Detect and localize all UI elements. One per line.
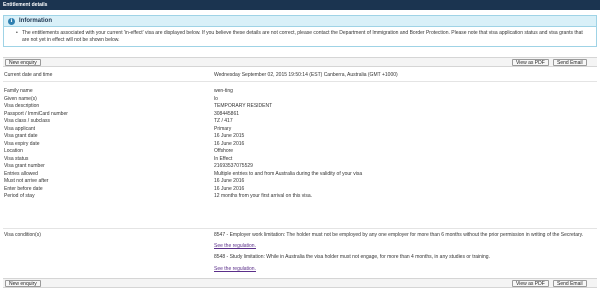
condition-8547-text: 8547 - Employer work limitation: The hol… [214, 232, 584, 238]
detail-row-visa-applicant: Visa applicant Primary [3, 126, 597, 134]
info-icon: i [8, 17, 15, 25]
visa-conditions-section: Visa condition(s) 8547 - Employer work l… [3, 228, 597, 272]
detail-row-given-names: Given name(s) lo [3, 96, 597, 104]
detail-value: 16 June 2016 [214, 178, 245, 184]
detail-row-family-name: Family name wen-ting [3, 88, 597, 96]
detail-value: TEMPORARY RESIDENT [214, 103, 273, 109]
current-date-label: Current date and time [4, 72, 53, 78]
top-toolbar: New enquiry View as PDF Send Email [3, 57, 597, 67]
information-heading: Information [19, 18, 52, 24]
detail-label: Family name [4, 88, 33, 94]
detail-value: 16 June 2016 [214, 140, 245, 147]
detail-row-expiry-date: Visa expiry date 16 June 2016 [3, 141, 597, 149]
information-header: i Information [4, 16, 596, 27]
detail-value: In Effect [214, 155, 233, 162]
current-date-value: Wednesday September 02, 2015 19:50:14 (E… [214, 72, 398, 78]
detail-value: 16 June 2016 [214, 185, 245, 192]
detail-label: Visa grant number [4, 163, 45, 169]
condition-8547-regulation-link[interactable]: See the regulation. [214, 243, 256, 249]
detail-row-location: Location Offshore [3, 148, 597, 156]
detail-label: Visa expiry date [4, 140, 40, 147]
current-date-row: Current date and time Wednesday Septembe… [3, 72, 597, 82]
detail-value: 21693537075529 [214, 163, 253, 169]
detail-row-enter-before-date: Enter before date 16 June 2016 [3, 186, 597, 194]
detail-value: Multiple entries to and from Australia d… [214, 170, 363, 177]
detail-row-grant-date: Visa grant date 16 June 2015 [3, 133, 597, 141]
detail-value: lo [214, 95, 218, 102]
detail-label: Period of stay [4, 193, 35, 199]
information-panel: i Information The entitlements associate… [3, 15, 597, 47]
detail-label: Visa class / subclass [4, 118, 51, 124]
detail-row-passport-number: Passport / ImmiCard number 308445861 [3, 111, 597, 119]
detail-label: Visa grant date [4, 133, 38, 139]
new-enquiry-button-bottom[interactable]: New enquiry [5, 280, 41, 287]
detail-label: Visa status [4, 155, 29, 162]
detail-label: Visa applicant [4, 125, 36, 132]
condition-8548-regulation-link[interactable]: See the regulation. [214, 266, 256, 272]
detail-label: Visa description [4, 103, 40, 109]
detail-label: Must not arrive after [4, 178, 49, 184]
detail-row-entries-allowed: Entries allowed Multiple entries to and … [3, 171, 597, 179]
detail-label: Entries allowed [4, 170, 38, 177]
send-email-button-bottom[interactable]: Send Email [553, 280, 587, 287]
visa-details-list: Family name wen-ting Given name(s) lo Vi… [3, 88, 597, 201]
detail-value: 12 months from your first arrival on thi… [214, 193, 313, 199]
detail-label: Given name(s) [4, 95, 37, 102]
information-text: The entitlements associated with your cu… [4, 27, 596, 44]
detail-value: Primary [214, 125, 232, 132]
detail-label: Location [4, 148, 23, 154]
detail-row-visa-description: Visa description TEMPORARY RESIDENT [3, 103, 597, 111]
view-pdf-button-bottom[interactable]: View as PDF [512, 280, 549, 287]
detail-value: TZ / 417 [214, 118, 233, 124]
window-title: Entitlement details [0, 0, 600, 10]
visa-conditions-label: Visa condition(s) [4, 232, 41, 238]
entitlement-page: Entitlement details i Information The en… [0, 0, 600, 288]
condition-8548-text: 8548 - Study limitation: While in Austra… [214, 254, 490, 260]
detail-row-grant-number: Visa grant number 21693537075529 [3, 163, 597, 171]
detail-row-must-not-arrive-after: Must not arrive after 16 June 2016 [3, 178, 597, 186]
bottom-toolbar: New enquiry View as PDF Send Email [3, 278, 597, 288]
new-enquiry-button[interactable]: New enquiry [5, 59, 41, 66]
detail-value: 308445861 [214, 110, 240, 117]
detail-row-visa-class: Visa class / subclass TZ / 417 [3, 118, 597, 126]
detail-value: Offshore [214, 148, 234, 154]
detail-value: wen-ting [214, 88, 233, 94]
detail-label: Passport / ImmiCard number [4, 110, 68, 117]
view-pdf-button[interactable]: View as PDF [512, 59, 549, 66]
send-email-button[interactable]: Send Email [553, 59, 587, 66]
detail-row-visa-status: Visa status In Effect [3, 156, 597, 164]
detail-label: Enter before date [4, 185, 43, 192]
detail-value: 16 June 2015 [214, 133, 245, 139]
detail-row-period-of-stay: Period of stay 12 months from your first… [3, 193, 597, 201]
